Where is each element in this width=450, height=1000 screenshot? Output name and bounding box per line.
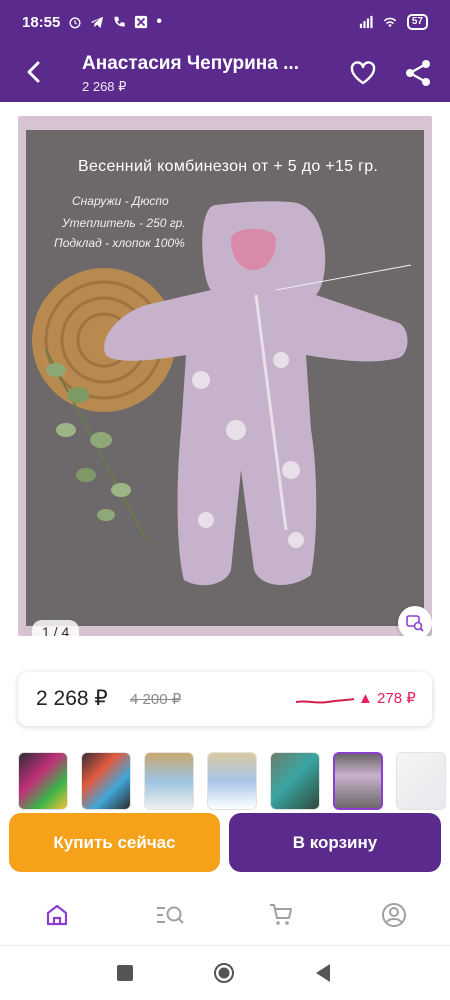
- recent-apps-icon[interactable]: [116, 964, 134, 982]
- find-similar-button[interactable]: [398, 606, 432, 636]
- overlay-outer-fabric: Снаружи - Дюспо: [72, 194, 169, 208]
- page-subtitle-price: 2 268 ₽: [82, 79, 127, 94]
- app-bar: Анастасия Чепурина ... 2 268 ₽: [0, 44, 450, 102]
- back-nav-icon[interactable]: [314, 963, 332, 983]
- price-card[interactable]: 2 268 ₽ 4 200 ₽ ▲ 278 ₽: [18, 672, 432, 726]
- home-nav-icon[interactable]: [213, 962, 235, 984]
- share-icon[interactable]: [404, 58, 432, 88]
- thumbnail[interactable]: [144, 752, 194, 810]
- thumbnail[interactable]: [396, 752, 446, 810]
- overlay-title: Весенний комбинезон от + 5 до +15 гр.: [78, 158, 379, 175]
- alarm-icon: [69, 17, 81, 29]
- signal-icon: [359, 15, 373, 29]
- app-notification-icon: [135, 15, 148, 29]
- status-time: 18:55: [22, 13, 61, 31]
- back-button[interactable]: [20, 58, 48, 86]
- thumbnail[interactable]: [18, 752, 68, 810]
- system-nav-bar: [0, 946, 450, 1000]
- old-price: 4 200 ₽: [130, 691, 182, 708]
- telegram-icon: [91, 16, 104, 29]
- back-arrow-icon: [27, 61, 40, 83]
- product-image-gallery[interactable]: Весенний комбинезон от + 5 до +15 гр. Сн…: [18, 116, 432, 636]
- more-notifications-dot: •: [156, 13, 162, 30]
- thumbnail[interactable]: [81, 752, 131, 810]
- thumbnail-strip: [18, 752, 450, 812]
- home-icon[interactable]: [44, 902, 70, 928]
- call-icon: [114, 16, 126, 27]
- overlay-lining: Подклад - хлопок 100%: [54, 236, 185, 250]
- cart-icon[interactable]: [268, 902, 294, 928]
- buy-now-button[interactable]: Купить сейчас: [9, 813, 220, 872]
- overlay-insulation: Утеплитель - 250 гр.: [62, 216, 186, 230]
- thumbnail-selected[interactable]: [333, 752, 383, 810]
- thumbnail[interactable]: [270, 752, 320, 810]
- product-photo: Весенний комбинезон от + 5 до +15 гр. Сн…: [26, 130, 432, 636]
- thumbnail[interactable]: [207, 752, 257, 810]
- profile-icon[interactable]: [381, 902, 407, 928]
- battery-indicator: 57: [406, 14, 428, 30]
- catalog-search-icon[interactable]: [155, 902, 185, 928]
- current-price: 2 268 ₽: [36, 687, 108, 710]
- visual-search-icon: [406, 615, 424, 632]
- bottom-tab-bar: [0, 880, 450, 946]
- page-title: Анастасия Чепурина ...: [82, 53, 299, 74]
- wifi-icon: [383, 17, 396, 28]
- image-counter: 1 / 4: [32, 620, 80, 636]
- add-to-cart-button[interactable]: В корзину: [229, 813, 441, 872]
- price-change: ▲ 278 ₽: [358, 690, 416, 707]
- status-bar: 18:55 • 57: [0, 0, 450, 44]
- favorite-heart-icon[interactable]: [348, 58, 378, 88]
